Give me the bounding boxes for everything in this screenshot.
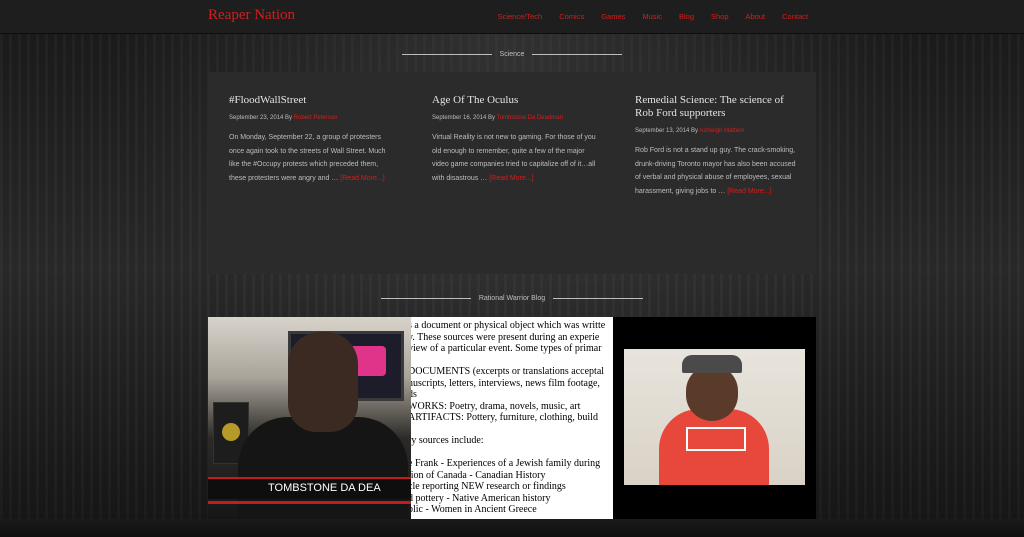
- person-head-graphic: [686, 365, 738, 421]
- nav-comics[interactable]: Comics: [559, 12, 584, 21]
- blog-section-heading: Rational Warrior Blog: [0, 295, 1024, 302]
- post-meta: September 16, 2014 By Tombstone Da Deadm…: [432, 115, 597, 121]
- video-caption: TOMBSTONE DA DEA: [268, 482, 381, 494]
- nav-contact[interactable]: Contact: [782, 12, 808, 21]
- post-date: September 13, 2014 By: [635, 128, 699, 134]
- person-head-graphic: [288, 332, 358, 432]
- post-excerpt: On Monday, September 22, a group of prot…: [229, 131, 394, 185]
- nav-science-tech[interactable]: Science/Tech: [498, 12, 543, 21]
- site-logo[interactable]: Reaper Nation: [208, 7, 295, 24]
- post-meta: September 23, 2014 By Robert Peterson: [229, 115, 394, 121]
- post-meta: September 13, 2014 By Ashleigh Mattern: [635, 128, 800, 134]
- read-more-link[interactable]: [Read More...]: [489, 175, 533, 182]
- post-excerpt: Virtual Reality is not new to gaming. Fo…: [432, 131, 597, 185]
- post-date: September 16, 2014 By: [432, 115, 496, 121]
- divider-left: [401, 54, 492, 55]
- divider-right: [532, 54, 623, 55]
- blog-heading-text: Rational Warrior Blog: [478, 295, 546, 302]
- nav-music[interactable]: Music: [642, 12, 662, 21]
- page-bottom: [0, 519, 1024, 537]
- divider-right: [553, 298, 644, 299]
- header-bar: Reaper Nation Science/Tech Comics Games …: [0, 0, 1024, 34]
- nav-blog[interactable]: Blog: [679, 12, 694, 21]
- divider-left: [380, 298, 471, 299]
- nav-shop[interactable]: Shop: [711, 12, 729, 21]
- post-card: Remedial Science: The science of Rob For…: [635, 94, 800, 198]
- post-card: Age Of The Oculus September 16, 2014 By …: [432, 94, 597, 185]
- post-title[interactable]: #FloodWallStreet: [229, 94, 394, 107]
- read-more-link[interactable]: [Read More...]: [340, 175, 384, 182]
- post-author[interactable]: Robert Peterson: [294, 115, 338, 121]
- post-title[interactable]: Age Of The Oculus: [432, 94, 597, 107]
- nav-games[interactable]: Games: [601, 12, 625, 21]
- science-posts-panel: #FloodWallStreet September 23, 2014 By R…: [208, 72, 816, 274]
- video-frame: [624, 349, 805, 485]
- science-heading-text: Science: [499, 51, 525, 58]
- science-section-heading: Science: [0, 51, 1024, 58]
- post-date: September 23, 2014 By: [229, 115, 293, 121]
- post-card: #FloodWallStreet September 23, 2014 By R…: [229, 94, 394, 185]
- blog-video-thumbnail-1[interactable]: TOMBSTONE DA DEA: [208, 317, 411, 527]
- post-excerpt: Rob Ford is not a stand up guy. The crac…: [635, 144, 800, 198]
- cap-graphic: [682, 355, 742, 373]
- nav-about[interactable]: About: [746, 12, 766, 21]
- blog-video-thumbnail-2[interactable]: [613, 317, 816, 519]
- blog-document-thumbnail[interactable]: s a document or physical object which wa…: [411, 317, 613, 519]
- post-title[interactable]: Remedial Science: The science of Rob For…: [635, 94, 800, 120]
- post-author[interactable]: Ashleigh Mattern: [699, 128, 744, 134]
- person-body-graphic: [238, 417, 408, 527]
- post-author[interactable]: Tombstone Da Deadman: [497, 115, 563, 121]
- read-more-link[interactable]: [Read More...]: [727, 188, 771, 195]
- document-text: s a document or physical object which wa…: [411, 320, 606, 515]
- shirt-logo-graphic: [686, 427, 746, 451]
- main-nav: Science/Tech Comics Games Music Blog Sho…: [481, 12, 808, 21]
- video-lower-third: TOMBSTONE DA DEA: [208, 477, 411, 504]
